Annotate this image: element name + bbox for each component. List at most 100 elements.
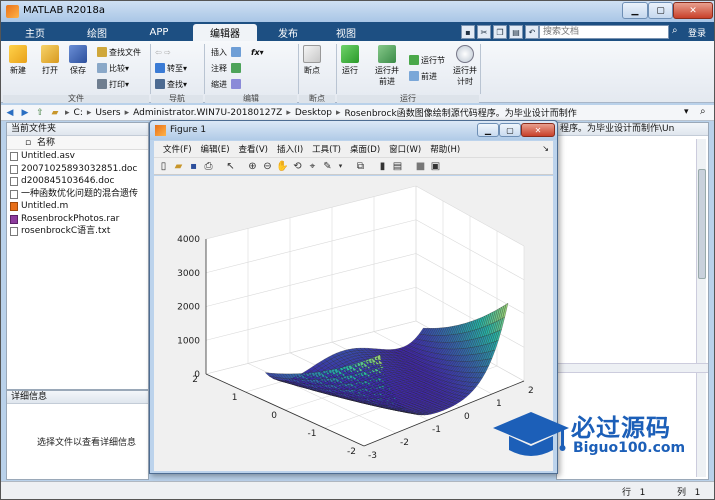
back-arrow-icon[interactable]: ◀ <box>4 107 16 119</box>
tick-label: -3 <box>368 451 377 461</box>
breadcrumb-admin[interactable]: Administrator.WIN7U-20180127Z <box>133 108 282 118</box>
brush-icon[interactable]: ✎ <box>321 160 334 173</box>
up-folder-icon[interactable]: ⇧ <box>34 107 46 119</box>
run-advance-button[interactable]: 运行并 前进 <box>375 45 399 87</box>
tab-apps[interactable]: APP <box>133 24 185 41</box>
pan-icon[interactable]: ✋ <box>276 160 289 173</box>
address-dropdown-icon[interactable]: ▾ <box>684 107 689 117</box>
hide-plot-tools-icon[interactable]: ■ <box>414 160 427 173</box>
file-list: Untitled.asv 20071025893032851.doc d200845… <box>7 150 148 238</box>
file-list-item[interactable]: d200845103646.doc <box>7 175 148 188</box>
breadcrumb-users[interactable]: Users <box>95 108 120 118</box>
forward-arrow-icon[interactable]: ▶ <box>19 107 31 119</box>
minimize-icon: ▁ <box>484 125 492 135</box>
tab-plots[interactable]: 绘图 <box>71 24 123 41</box>
breakpoints-icon <box>303 45 321 63</box>
zoom-in-icon[interactable]: ⊕ <box>246 160 259 173</box>
save-figure-icon[interactable]: ▪ <box>187 160 200 173</box>
data-cursor-icon[interactable]: ⌖ <box>306 160 319 173</box>
breadcrumb-desktop[interactable]: Desktop <box>295 108 332 118</box>
file-list-item[interactable]: Untitled.asv <box>7 150 148 163</box>
menu-file[interactable]: 文件(F) <box>163 143 192 155</box>
figure-close-button[interactable]: ✕ <box>521 123 555 137</box>
crumb-separator: ▸ <box>124 107 130 118</box>
link-plot-icon[interactable]: ⧉ <box>354 160 367 173</box>
undo-icon[interactable]: ↶ <box>525 25 539 39</box>
search-icon[interactable]: ⌕ <box>672 25 684 38</box>
file-name: RosenbrockPhotos.rar <box>21 213 120 224</box>
figure-toolbar: ▯ ▰ ▪ ⎙ ↖ ⊕ ⊖ ✋ ⟲ ⌖ ✎ ▾ ⧉ ▮ ▤ ■ ▣ <box>154 157 553 175</box>
file-list-item[interactable]: Untitled.m <box>7 200 148 213</box>
ribbon-separator <box>298 44 299 94</box>
figure-minimize-button[interactable]: ▁ <box>477 123 499 137</box>
figure-maximize-button[interactable]: ▢ <box>499 123 521 137</box>
browse-folder-icon[interactable]: ▰ <box>49 107 61 119</box>
open-file-icon[interactable]: ▰ <box>172 160 185 173</box>
ribbon-separator <box>204 44 205 94</box>
menu-desktop[interactable]: 桌面(D) <box>350 143 380 155</box>
colorbar-icon[interactable]: ▮ <box>376 160 389 173</box>
save-button[interactable]: 保存 <box>69 45 87 76</box>
indent-button[interactable]: 缩进 <box>211 78 243 90</box>
legend-icon[interactable]: ▤ <box>391 160 404 173</box>
close-button[interactable]: ✕ <box>673 2 713 19</box>
new-button[interactable]: 新建 <box>9 45 27 76</box>
tab-home[interactable]: 主页 <box>9 24 61 41</box>
run-button[interactable]: 运行 <box>341 45 359 76</box>
breakpoints-button[interactable]: 断点 <box>303 45 321 76</box>
run-and-time-button[interactable]: 运行并 计时 <box>453 45 477 87</box>
figure-title-bar: Figure 1 ▁ ▢ ✕ <box>150 121 557 140</box>
insert-button[interactable]: 插入 <box>211 46 243 58</box>
new-figure-icon[interactable]: ▯ <box>157 160 170 173</box>
fx-button[interactable]: fx ▾ <box>251 46 264 58</box>
breadcrumb-project[interactable]: Rosenbrock函数图像绘制源代码程序。为毕业设计而制作 <box>345 106 577 119</box>
copy-icon[interactable]: ❐ <box>493 25 507 39</box>
name-column-header[interactable]: ▫ 名称 <box>7 136 148 150</box>
scrollbar-thumb[interactable] <box>698 169 706 279</box>
print-button[interactable]: 打印 ▾ <box>97 78 129 90</box>
tab-editor[interactable]: 编辑器 <box>193 24 257 41</box>
find-button[interactable]: 查找 ▾ <box>155 78 187 90</box>
maximize-button[interactable]: ▢ <box>648 2 673 19</box>
find-files-button[interactable]: 查找文件 <box>97 46 141 58</box>
menu-help[interactable]: 帮助(H) <box>430 143 460 155</box>
menu-view[interactable]: 查看(V) <box>239 143 268 155</box>
figure-menu-bar: 文件(F) 编辑(E) 查看(V) 插入(I) 工具(T) 桌面(D) 窗口(W… <box>154 141 553 157</box>
file-name: 一种函数优化问题的混合遗传 <box>21 188 139 199</box>
search-folder-icon[interactable]: ⌕ <box>700 106 706 117</box>
run-section-button[interactable]: 运行节 <box>409 54 445 66</box>
menu-window[interactable]: 窗口(W) <box>389 143 421 155</box>
rotate-icon[interactable]: ⟲ <box>291 160 304 173</box>
breadcrumb-drive[interactable]: C: <box>74 108 83 118</box>
tab-view[interactable]: 视图 <box>321 24 371 41</box>
menu-edit[interactable]: 编辑(E) <box>201 143 230 155</box>
menu-overflow-icon[interactable]: ↘ <box>542 144 549 153</box>
file-list-item[interactable]: RosenbrockPhotos.rar <box>7 213 148 226</box>
sign-in-link[interactable]: 登录 <box>688 26 706 39</box>
file-list-item[interactable]: 20071025893032851.doc <box>7 163 148 176</box>
brush-dropdown-icon[interactable]: ▾ <box>334 160 347 173</box>
paste-icon[interactable]: ▤ <box>509 25 523 39</box>
goto-button[interactable]: 转至 ▾ <box>155 62 187 74</box>
save-quick-icon[interactable]: ▪ <box>461 25 475 39</box>
file-list-item[interactable]: rosenbrockC语言.txt <box>7 225 148 238</box>
tab-publish[interactable]: 发布 <box>263 24 313 41</box>
advance-button[interactable]: 前进 <box>409 70 437 82</box>
show-plot-tools-icon[interactable]: ▣ <box>429 160 442 173</box>
search-docs-input[interactable] <box>539 25 669 39</box>
zoom-out-icon[interactable]: ⊖ <box>261 160 274 173</box>
menu-tools[interactable]: 工具(T) <box>312 143 341 155</box>
print-figure-icon[interactable]: ⎙ <box>202 160 215 173</box>
menu-insert[interactable]: 插入(I) <box>277 143 303 155</box>
compare-button[interactable]: 比较 ▾ <box>97 62 129 74</box>
crumb-separator: ▸ <box>286 107 291 118</box>
comment-button[interactable]: 注释 <box>211 62 243 74</box>
nav-back-forward[interactable]: ⇦ ⇨ <box>155 46 171 58</box>
tick-label: 0 <box>271 411 277 421</box>
pointer-icon[interactable]: ↖ <box>224 160 237 173</box>
cut-icon[interactable]: ✂ <box>477 25 491 39</box>
minimize-button[interactable]: ▁ <box>622 2 648 19</box>
open-button[interactable]: 打开 <box>41 45 59 76</box>
file-list-item[interactable]: 一种函数优化问题的混合遗传 <box>7 188 148 201</box>
panel-divider[interactable] <box>557 363 708 373</box>
